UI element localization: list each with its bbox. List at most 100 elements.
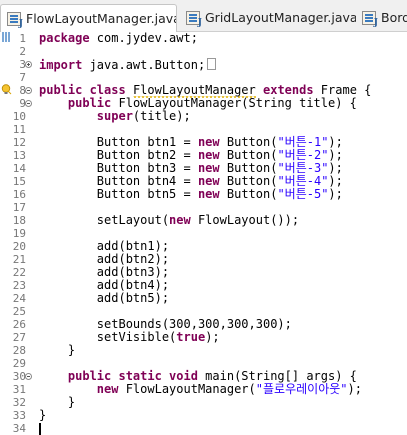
line-number: 20	[12, 240, 26, 253]
code-text: super(title);	[39, 110, 191, 123]
tab-borderlayout[interactable]: Bord	[356, 4, 407, 31]
tab-flowlayoutmanager[interactable]: FlowLayoutManager.java ✕	[0, 4, 177, 32]
code-token: );	[328, 174, 343, 188]
code-token: Frame {	[313, 83, 372, 97]
editor-tab-bar: FlowLayoutManager.java ✕ GridLayoutManag…	[0, 0, 407, 32]
code-token: add(btn1);	[39, 239, 170, 253]
code-token: }	[39, 408, 47, 422]
code-token: FlowLayout());	[190, 213, 300, 227]
line-number: 22	[12, 266, 26, 279]
line-number: 28	[12, 344, 26, 357]
code-text: setLayout(new FlowLayout());	[39, 214, 299, 227]
code-token: java.awt.Button;	[82, 58, 206, 72]
string-token: "버튼-4"	[277, 174, 329, 188]
collapsed-imports-box[interactable]	[207, 58, 217, 70]
line-number: 32	[12, 396, 26, 409]
keyword-token: extends	[263, 83, 314, 97]
line-number: 21	[12, 253, 26, 266]
code-line[interactable]: 1 package com.jydev.awt;	[0, 32, 407, 45]
line-number: 16	[12, 188, 26, 201]
code-token: );	[328, 161, 343, 175]
warning-lightbulb-icon[interactable]	[1, 84, 12, 95]
string-token: "버튼-1"	[277, 135, 329, 149]
string-token: "버튼-5"	[277, 187, 329, 201]
code-token: );	[205, 330, 220, 344]
line-number: 14	[12, 162, 26, 175]
line-number: 34	[12, 422, 26, 435]
expand-fold-icon[interactable]	[25, 61, 32, 68]
code-text: add(btn5);	[39, 292, 169, 305]
code-token: add(btn3);	[39, 265, 170, 279]
code-text: package com.jydev.awt;	[39, 32, 198, 45]
code-line[interactable]: 28 }	[0, 343, 407, 358]
keyword-token: public	[67, 96, 112, 110]
keyword-token: new	[197, 174, 220, 188]
keyword-token: new	[197, 187, 220, 201]
code-line[interactable]: 33}	[0, 408, 407, 423]
keyword-token: new	[197, 161, 220, 175]
code-token: Button btn3 =	[39, 161, 198, 175]
keyword-token: new	[169, 213, 191, 227]
code-token: main(String[] args) {	[197, 369, 357, 383]
code-text: import java.awt.Button;	[39, 58, 217, 72]
line-number: 33	[12, 409, 26, 422]
code-token: }	[39, 395, 76, 409]
collapse-fold-icon[interactable]	[25, 373, 32, 380]
code-token: }	[39, 343, 76, 357]
code-token: Button(	[219, 135, 278, 149]
line-number: 13	[12, 149, 26, 162]
code-token: Button(	[219, 161, 278, 175]
string-token: "버튼-3"	[277, 161, 329, 175]
line-number: 19	[12, 227, 26, 240]
text-cursor	[39, 423, 41, 435]
code-token: Button btn2 =	[39, 148, 198, 162]
code-token: Button btn4 =	[39, 174, 198, 188]
keyword-token: import	[39, 58, 83, 72]
code-token: Button btn1 =	[39, 135, 198, 149]
code-token: (title);	[132, 109, 191, 123]
line-number: 9	[19, 97, 26, 110]
code-text: new FlowLayoutManager("플로우레이아웃");	[39, 383, 362, 396]
line-number: 17	[12, 201, 26, 214]
code-line[interactable]: 2	[0, 45, 407, 58]
code-line[interactable]: 18 setLayout(new FlowLayout());	[0, 214, 407, 228]
code-editor[interactable]: 1 package com.jydev.awt; 2 3 import java.awt…	[0, 32, 407, 435]
code-token: setVisible(	[39, 330, 177, 344]
line-number: 3	[19, 58, 26, 71]
code-line[interactable]: 3 import java.awt.Button;	[0, 58, 407, 72]
line-number: 12	[12, 136, 26, 149]
overview-ruler-icon	[2, 32, 11, 42]
line-number: 25	[12, 305, 26, 318]
line-number: 11	[12, 123, 26, 136]
keyword-token: new	[197, 148, 220, 162]
code-line[interactable]: 32 }	[0, 395, 407, 410]
code-token: Button(	[219, 174, 278, 188]
line-number: 30	[12, 370, 26, 383]
keyword-token: super	[96, 109, 133, 123]
code-line[interactable]: 10 super(title);	[0, 110, 407, 124]
keyword-token: new	[197, 135, 220, 149]
line-number: 29	[12, 357, 26, 370]
tab-gridlayoutmanager[interactable]: GridLayoutManager.java	[180, 4, 356, 31]
code-line[interactable]: 24 add(btn5);	[0, 292, 407, 306]
collapse-fold-icon[interactable]	[25, 100, 32, 107]
code-token: add(btn4);	[39, 278, 170, 292]
keyword-token: new	[96, 382, 119, 396]
keyword-token: package	[39, 31, 90, 45]
string-token: "버튼-2"	[277, 148, 329, 162]
code-token: FlowLayoutManager(	[118, 382, 256, 396]
line-number: 2	[19, 45, 26, 58]
code-line[interactable]: 34	[0, 422, 407, 435]
keyword-token: true	[176, 330, 206, 344]
code-token: );	[328, 148, 343, 162]
line-number: 10	[12, 110, 26, 123]
collapse-fold-icon[interactable]	[25, 87, 32, 94]
code-token: com.jydev.awt;	[89, 31, 198, 45]
code-token: FlowLayoutManager(String title) {	[111, 96, 357, 110]
tab-label: FlowLayoutManager.java	[26, 11, 177, 26]
tab-label: GridLayoutManager.java	[205, 10, 356, 25]
code-line[interactable]: 16 Button btn5 = new Button("버튼-5");	[0, 187, 407, 202]
tab-label: Bord	[381, 10, 407, 25]
